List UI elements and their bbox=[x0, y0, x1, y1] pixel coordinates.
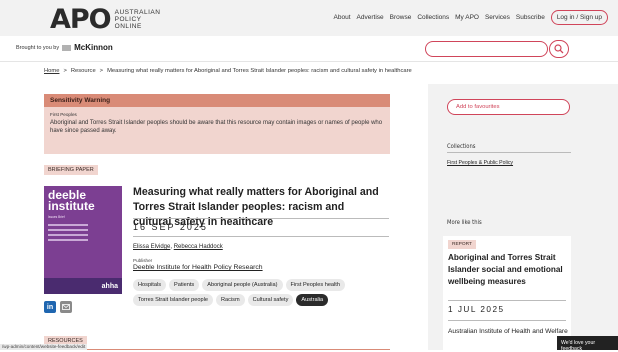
apo-logo[interactable]: APO AUSTRALIAN POLICY ONLINE bbox=[50, 4, 160, 35]
login-button[interactable]: Log in / Sign up bbox=[550, 10, 608, 25]
authors: Elissa Elvidge, Rebecca Haddock bbox=[133, 244, 223, 250]
nav-my-apo[interactable]: My APO bbox=[455, 14, 479, 21]
card-type-badge: REPORT bbox=[448, 240, 476, 249]
more-like-this-heading: More like this bbox=[447, 220, 482, 226]
warning-body: Aboriginal and Torres Strait Islander pe… bbox=[50, 120, 383, 134]
envelope-icon bbox=[62, 304, 70, 310]
cover-image[interactable]: deeble institute Issues Brief ahha bbox=[44, 186, 122, 294]
cover-subtitle: Issues Brief bbox=[48, 215, 65, 219]
publisher-link[interactable]: Deeble Institute for Health Policy Resea… bbox=[133, 264, 263, 271]
divider bbox=[448, 300, 566, 301]
search-button[interactable] bbox=[549, 40, 569, 58]
card-date: 1 JUL 2025 bbox=[448, 305, 505, 314]
tag-chip[interactable]: Racism bbox=[215, 294, 245, 306]
tag-chip[interactable]: Aboriginal people (Australia) bbox=[202, 279, 283, 291]
card-publisher[interactable]: Australian Institute of Health and Welfa… bbox=[448, 327, 568, 336]
breadcrumb-separator: > bbox=[99, 68, 104, 74]
resource-type-badge: BRIEFING PAPER bbox=[44, 165, 98, 175]
search-input[interactable] bbox=[425, 41, 548, 57]
related-resource-card[interactable]: REPORT Aboriginal and Torres Strait Isla… bbox=[443, 236, 571, 350]
breadcrumb-current: Measuring what really matters for Aborig… bbox=[107, 68, 412, 74]
tag-chip[interactable]: Torres Strait Islander people bbox=[133, 294, 213, 306]
tag-chip[interactable]: Cultural safety bbox=[247, 294, 294, 306]
main-nav: About Advertise Browse Collections My AP… bbox=[334, 10, 608, 25]
sponsor-name[interactable]: McKinnon bbox=[74, 43, 113, 52]
logo-sub-line: ONLINE bbox=[114, 23, 142, 30]
feedback-tab[interactable]: We'd love your feedback bbox=[557, 336, 618, 352]
divider bbox=[133, 218, 389, 219]
nav-advertise[interactable]: Advertise bbox=[357, 14, 384, 21]
resource-date: 16 SEP 2025 bbox=[133, 222, 208, 232]
nav-subscribe[interactable]: Subscribe bbox=[516, 14, 545, 21]
cover-title: deeble institute bbox=[48, 189, 95, 213]
cover-brand: ahha bbox=[101, 283, 118, 290]
tag-list: Hospitals Patients Aboriginal people (Au… bbox=[133, 279, 373, 306]
warning-heading: Sensitivity Warning bbox=[44, 94, 390, 107]
logo-wordmark: APO bbox=[50, 4, 112, 35]
warning-subheading: First Peoples bbox=[50, 112, 77, 117]
nav-browse[interactable]: Browse bbox=[390, 14, 412, 21]
tag-chip-selected[interactable]: Australia bbox=[296, 294, 329, 306]
search-icon bbox=[554, 44, 564, 54]
publisher-label: Publisher bbox=[133, 258, 153, 263]
collections-heading: Collections bbox=[447, 144, 476, 150]
divider bbox=[133, 236, 389, 237]
sponsor-label: Brought to you by bbox=[16, 44, 60, 51]
email-icon[interactable] bbox=[60, 301, 72, 313]
nav-services[interactable]: Services bbox=[485, 14, 510, 21]
mckinnon-logo-icon bbox=[62, 45, 72, 50]
author-link[interactable]: Rebecca Haddock bbox=[174, 244, 223, 250]
tag-chip[interactable]: First Peoples health bbox=[285, 279, 345, 291]
add-to-favourites-button[interactable]: Add to favourites bbox=[447, 99, 570, 115]
card-title[interactable]: Aboriginal and Torres Strait Islander so… bbox=[448, 252, 568, 288]
cover-title-line: institute bbox=[48, 199, 95, 213]
cover-text-lines bbox=[48, 224, 88, 244]
sponsor: Brought to you by McKinnon bbox=[16, 43, 113, 52]
breadcrumb-separator: > bbox=[63, 68, 67, 74]
breadcrumb: Home > Resource > Measuring what really … bbox=[44, 68, 412, 74]
logo-sub-line: AUSTRALIAN bbox=[114, 9, 161, 16]
linkedin-icon[interactable]: in bbox=[44, 301, 56, 313]
nav-about[interactable]: About bbox=[334, 14, 351, 21]
logo-sub-line: POLICY bbox=[114, 16, 142, 23]
divider bbox=[448, 320, 566, 321]
tag-chip[interactable]: Hospitals bbox=[133, 279, 167, 291]
sensitivity-warning: Sensitivity Warning First Peoples Aborig… bbox=[44, 94, 390, 154]
nav-collections[interactable]: Collections bbox=[417, 14, 449, 21]
resources-section: RESOURCES bbox=[44, 336, 390, 350]
breadcrumb-resource[interactable]: Resource bbox=[71, 68, 96, 74]
logo-subtitle: AUSTRALIAN POLICY ONLINE bbox=[115, 9, 161, 30]
status-bar-url: /wp-admin/content/website-feedback/edit bbox=[0, 344, 88, 350]
breadcrumb-home[interactable]: Home bbox=[44, 68, 59, 74]
tag-chip[interactable]: Patients bbox=[169, 279, 200, 291]
collection-link[interactable]: First Peoples & Public Policy bbox=[447, 160, 513, 166]
author-link[interactable]: Elissa Elvidge bbox=[133, 244, 170, 250]
divider bbox=[447, 152, 571, 153]
